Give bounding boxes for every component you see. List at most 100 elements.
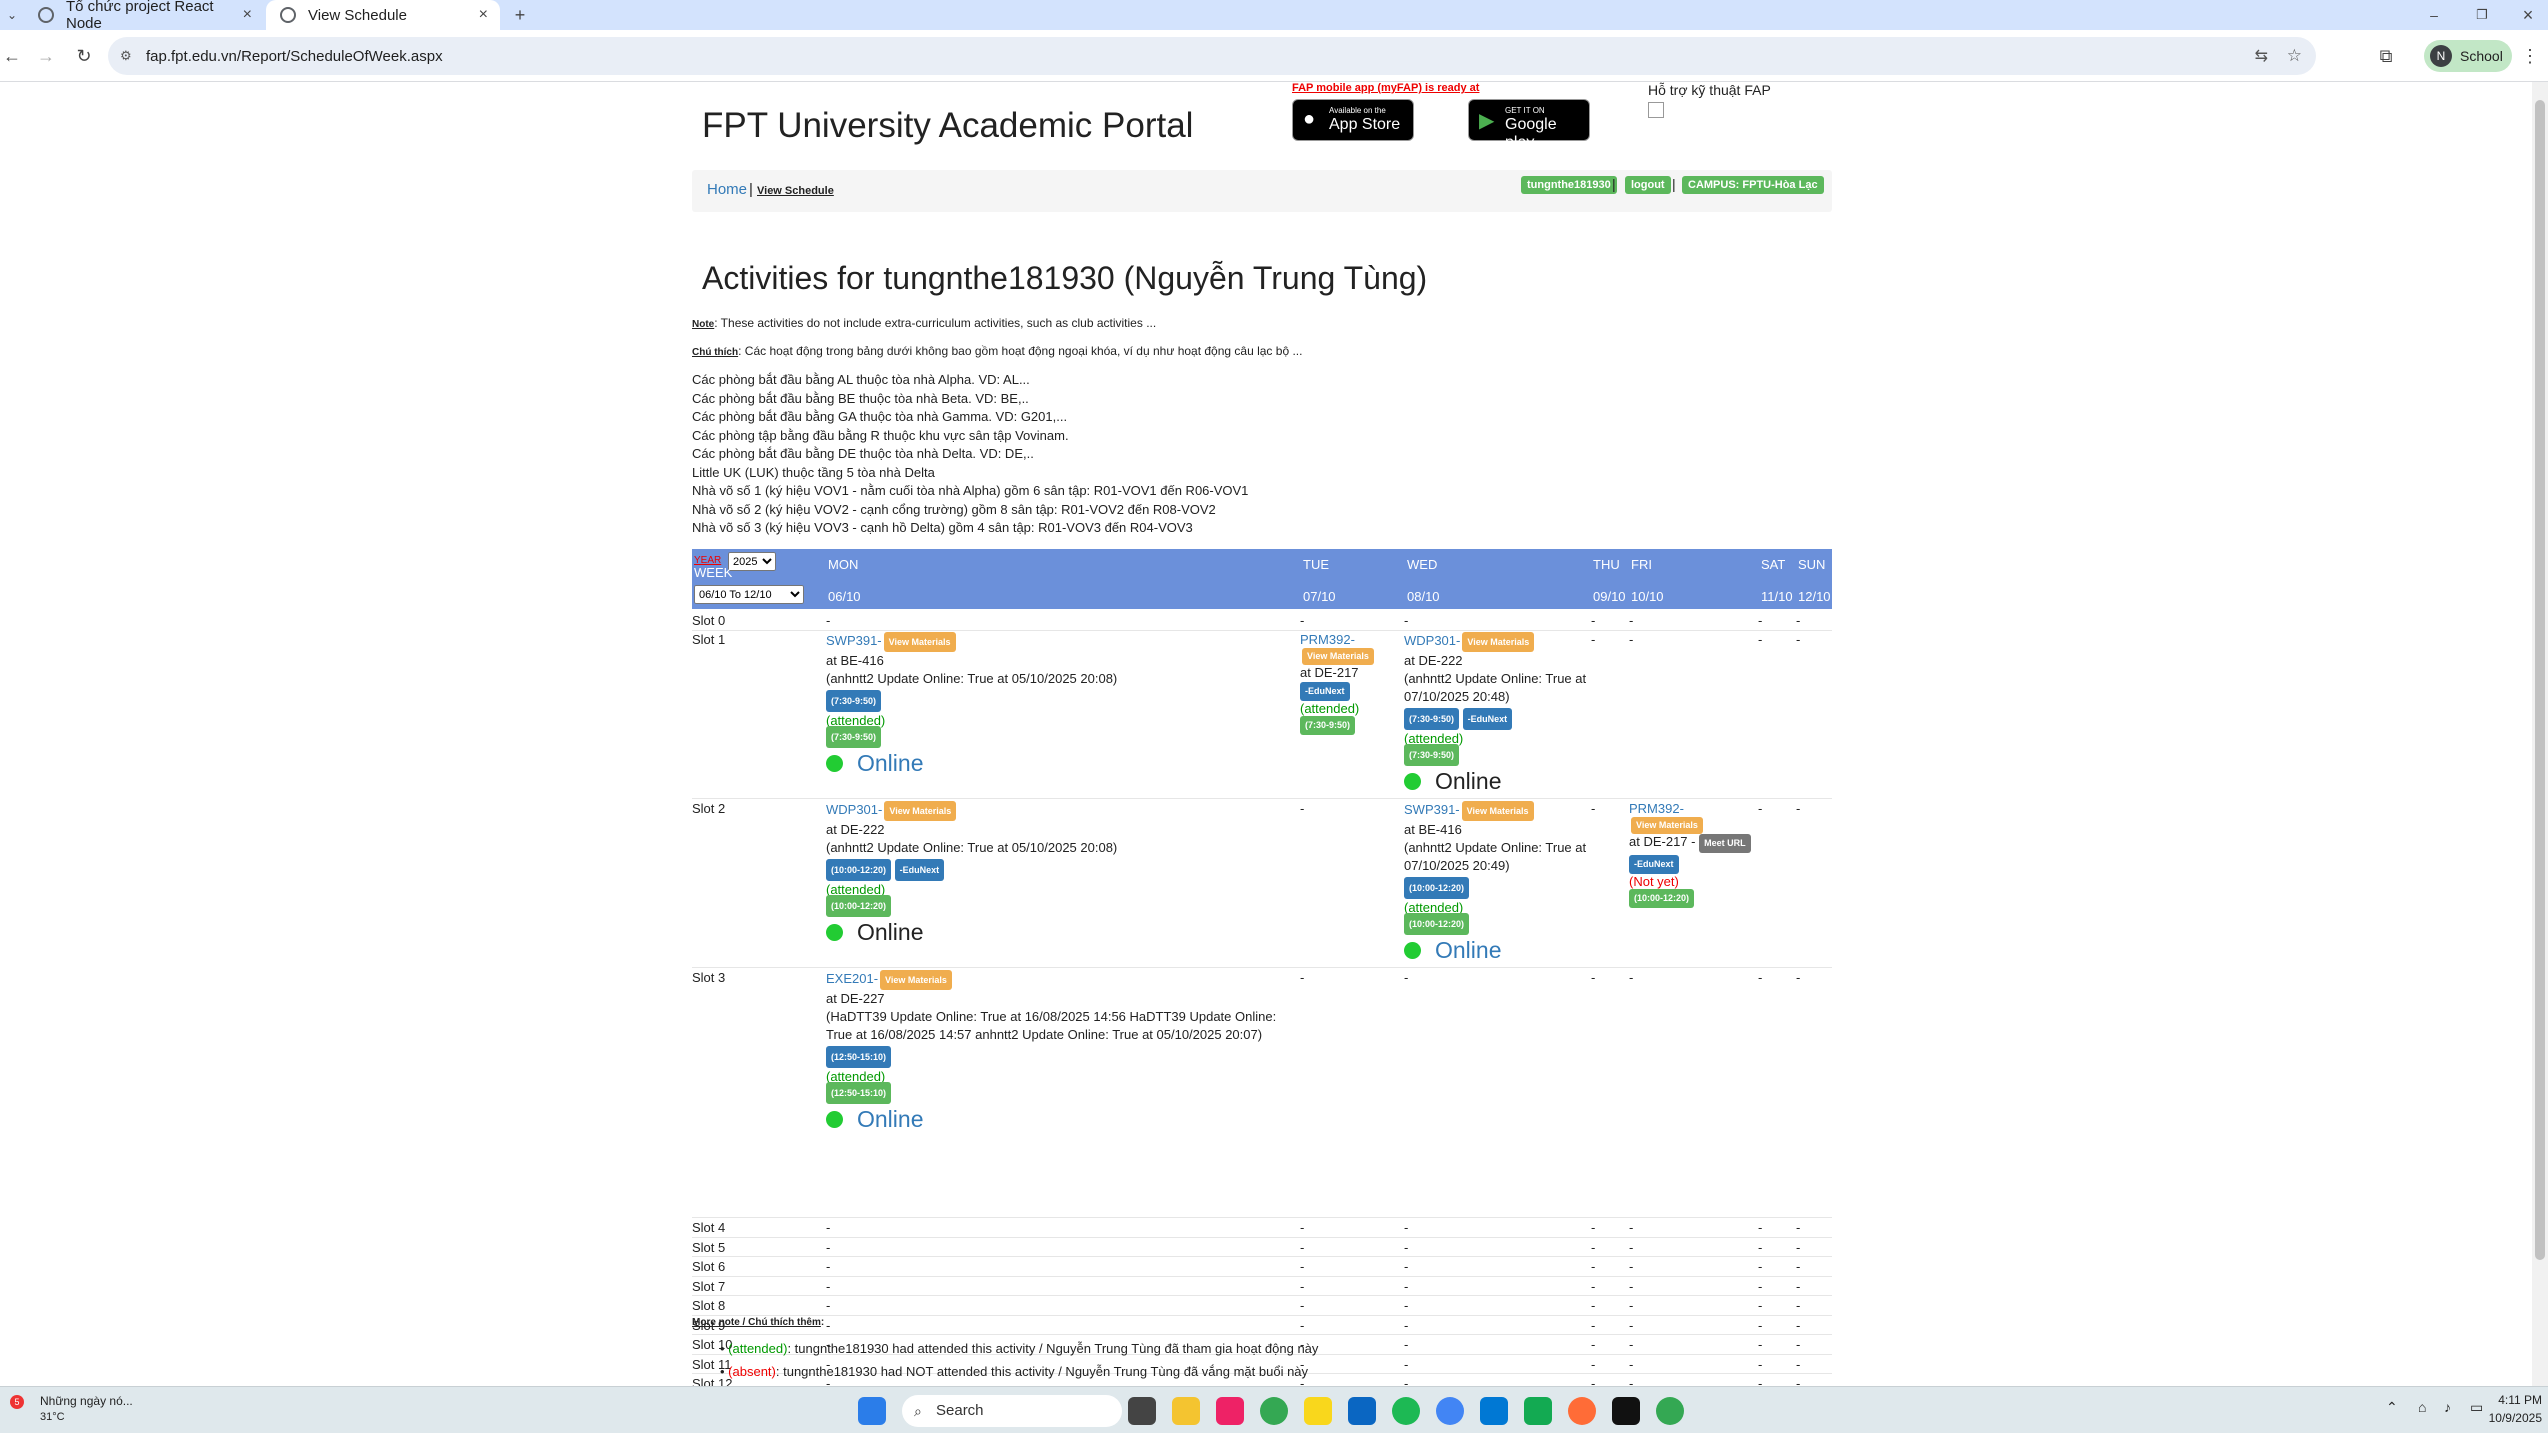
file-explorer-icon[interactable] [1172,1397,1200,1425]
close-icon[interactable]: × [243,6,252,24]
edunext-badge[interactable]: -EduNext [1462,708,1513,730]
empty-cell: - [1796,1240,1801,1255]
window-close-icon[interactable]: × [2516,3,2540,27]
course-link[interactable]: PRM392- [1300,632,1355,647]
reload-icon[interactable]: ↻ [72,44,96,68]
empty-cell: - [1300,801,1305,816]
scrollbar-thumb[interactable] [2535,100,2545,1260]
bookmark-star-icon[interactable]: ☆ [2287,46,2302,66]
date-label: 07/10 [1303,589,1336,604]
vscode-icon[interactable] [1480,1397,1508,1425]
empty-cell: - [1300,613,1305,628]
empty-cell: - [1404,1259,1409,1274]
meet-url-button[interactable]: Meet URL [1699,834,1751,853]
course-link[interactable]: PRM392- [1629,801,1684,816]
day-label: TUE [1303,557,1329,572]
new-tab-icon[interactable]: + [508,3,532,27]
empty-cell: - [1758,1357,1763,1372]
weather-title[interactable]: Những ngày nó... [40,1394,133,1408]
tab-react-node[interactable]: Tổ chức project React Node × [24,0,264,32]
edunext-badge[interactable]: -EduNext [1300,682,1350,701]
forward-icon[interactable]: → [34,44,58,68]
empty-cell: - [1591,1240,1596,1255]
course-link[interactable]: SWP391- [1404,802,1460,817]
course-link[interactable]: WDP301- [1404,633,1460,648]
more-note-colon: : [820,1317,825,1328]
menu-icon[interactable]: ⋮ [2518,44,2542,68]
close-icon[interactable]: × [479,6,488,24]
chrome-profile-icon[interactable] [1436,1397,1464,1425]
course-link[interactable]: SWP391- [826,633,882,648]
chrome-icon[interactable] [1656,1397,1684,1425]
empty-cell: - [1796,1259,1801,1274]
search-icon: ⌕ [914,1403,922,1419]
user-badge[interactable]: tungnthe181930 [1521,176,1617,194]
view-materials-button[interactable]: View Materials [1462,632,1535,652]
view-schedule-link[interactable]: View Schedule [757,185,834,197]
site-info-icon[interactable]: ⚙ [120,48,132,64]
tray-chevron-icon[interactable]: ⌃ [2386,1399,2398,1416]
mongodb-icon[interactable] [1524,1397,1552,1425]
course-link[interactable]: WDP301- [826,802,882,817]
course-link[interactable]: EXE201- [826,971,878,986]
address-bar[interactable]: ⚙ fap.fpt.edu.vn/Report/ScheduleOfWeek.a… [108,37,2316,75]
row-divider [692,1217,1832,1218]
empty-cell: - [1300,1240,1305,1255]
view-materials-button[interactable]: View Materials [1461,801,1534,821]
view-materials-button[interactable]: View Materials [884,801,957,821]
clock-time[interactable]: 4:11 PM [2484,1393,2542,1407]
page-scrollbar[interactable] [2532,82,2548,1386]
home-link[interactable]: Home [707,181,747,198]
fap-mobile-link[interactable]: FAP mobile app (myFAP) is ready at [1292,82,1479,94]
extensions-icon[interactable]: ⧉ [2374,44,2398,68]
profile-button[interactable]: N School [2424,40,2512,72]
year-select[interactable]: 2025 [728,552,776,571]
view-materials-button[interactable]: View Materials [1302,648,1374,665]
view-materials-button[interactable]: View Materials [880,970,952,990]
terminal-icon[interactable] [1612,1397,1640,1425]
date-header: 07/10 [1299,580,1403,609]
view-materials-button[interactable]: View Materials [883,632,956,652]
edunext-badge[interactable]: -EduNext [894,859,945,881]
view-materials-button[interactable]: View Materials [1631,817,1703,834]
online-status: Online [1404,939,1588,962]
globe-icon [280,7,296,23]
slot-label: Slot 8 [692,1298,726,1313]
slot-label: Slot 0 [692,613,726,628]
clock-date[interactable]: 10/9/2025 [2474,1411,2542,1425]
taskbar-search[interactable]: ⌕ Search [902,1395,1122,1427]
chrome-icon[interactable] [1260,1397,1288,1425]
empty-cell: - [1796,970,1801,985]
windows-start-icon[interactable] [858,1397,886,1425]
restore-icon[interactable]: ❐ [2470,3,2494,27]
activity-prm392-tue: PRM392- View Materials at DE-217 -EduNex… [1300,632,1400,735]
empty-cell: - [1591,1259,1596,1274]
postman-icon[interactable] [1568,1397,1596,1425]
network-icon[interactable]: ⌂ [2418,1399,2426,1415]
weather-badge: 5 [10,1395,24,1409]
date-label: 12/10 [1798,589,1831,604]
app-icon[interactable] [1216,1397,1244,1425]
back-icon[interactable]: ← [0,44,24,68]
google-play-button[interactable]: ▶ GET IT ON Google play [1468,99,1590,151]
row-divider [692,967,1832,968]
empty-cell: - [1758,613,1763,628]
notes-icon[interactable] [1304,1397,1332,1425]
logout-button[interactable]: logout [1625,176,1671,194]
task-view-icon[interactable] [1128,1397,1156,1425]
translate-icon[interactable]: ⇆ [2255,46,2268,66]
page-content: FPT University Academic Portal FAP mobil… [0,82,2530,1386]
campus-badge[interactable]: CAMPUS: FPTU-Hòa Lạc [1682,176,1824,194]
appstore-small-text: Available on the [1329,106,1386,115]
volume-icon[interactable]: ♪ [2444,1399,2451,1415]
tab-view-schedule[interactable]: View Schedule × [266,0,500,30]
teams-icon[interactable] [1348,1397,1376,1425]
spotify-icon[interactable] [1392,1397,1420,1425]
edunext-badge[interactable]: -EduNext [1629,855,1679,874]
day-label: FRI [1631,557,1652,572]
row-divider [692,1334,1832,1335]
app-store-button[interactable]: ● Available on the App Store [1292,99,1414,141]
tab-search-icon[interactable]: ⌄ [0,3,24,27]
week-select[interactable]: 06/10 To 12/10 [694,585,804,604]
minimize-icon[interactable]: – [2422,3,2446,27]
